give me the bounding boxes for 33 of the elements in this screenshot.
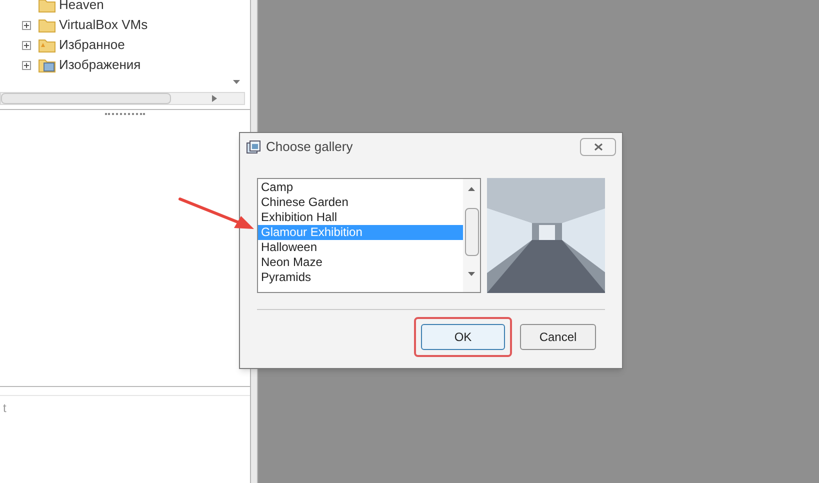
horizontal-scrollbar[interactable] [0,92,245,105]
scroll-right-icon[interactable] [212,95,217,102]
expand-icon[interactable] [22,20,31,30]
scrollbar-thumb[interactable] [464,208,479,256]
gallery-list[interactable]: Camp Chinese Garden Exhibition Hall Glamour Exhibition Halloween Neon Maze Pyramids [257,178,482,293]
vertical-scrollbar[interactable] [463,179,480,292]
gallery-item[interactable]: Exhibition Hall [258,210,464,225]
gallery-item[interactable]: Pyramids [258,270,464,285]
expand-icon[interactable] [22,60,31,70]
tree-item[interactable]: Изображения [59,55,141,75]
picture-folder-icon [38,57,56,73]
tree-item[interactable]: Избранное [59,35,125,55]
scroll-down-icon[interactable] [233,80,240,84]
expand-icon[interactable] [22,40,31,50]
dialog-button[interactable]: Cancel [520,324,596,350]
tree-item[interactable]: VirtualBox VMs [59,15,148,35]
panel-label: t [3,401,6,415]
scrollbar-thumb[interactable] [1,93,171,104]
dialog-title: Choose gallery [266,138,353,156]
scroll-down-icon[interactable] [468,272,476,276]
gallery-item[interactable]: Neon Maze [258,255,464,270]
star-folder-icon [38,37,56,53]
gallery-item[interactable]: Chinese Garden [258,195,464,210]
gallery-item[interactable]: Halloween [258,240,464,255]
close-icon [594,143,602,151]
folder-icon [38,0,56,13]
scroll-up-icon[interactable] [468,187,476,191]
gallery-item[interactable]: Camp [258,180,464,195]
gallery-window-icon [246,140,262,154]
folder-icon [38,17,56,33]
dialog-button[interactable]: OK [421,324,505,350]
tree-item[interactable]: Heaven [59,0,104,15]
close-button[interactable] [580,138,616,156]
